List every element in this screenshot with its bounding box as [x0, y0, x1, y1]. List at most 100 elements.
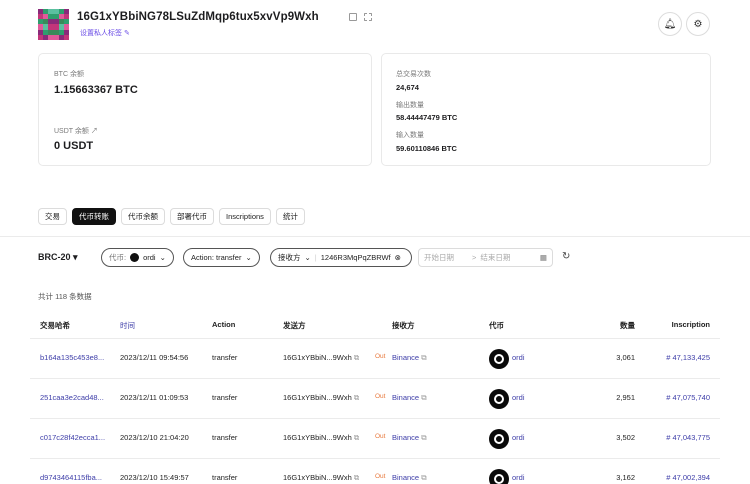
date-range-picker[interactable]: 开始日期 > 结束日期 ▦ — [418, 248, 553, 267]
tab-3[interactable]: 部署代币 — [170, 208, 214, 225]
total-count: 共计 118 条数据 — [38, 292, 92, 301]
token-link[interactable]: ordi — [512, 473, 525, 482]
action-filter-label: Action: transfer — [191, 253, 242, 262]
inscription-link[interactable]: # 47,075,740 — [666, 393, 710, 402]
address-actions — [349, 13, 372, 21]
section-divider — [0, 236, 750, 237]
copy-icon[interactable]: ⧉ — [354, 473, 359, 482]
stats-card: 总交易次数 24,674 输出数量 58.44447479 BTC 输入数量 5… — [381, 53, 711, 166]
chevron-down-icon: ⌄ — [159, 253, 166, 262]
tab-5[interactable]: 统计 — [275, 208, 305, 225]
table-row: b164a135c453e8... 2023/12/11 09:54:56 tran… — [30, 339, 720, 379]
copy-icon[interactable]: ⧉ — [354, 433, 359, 442]
sender-address[interactable]: 16G1xYBbiN...9Wxh ⧉ — [283, 393, 359, 403]
table-row: 251caa3e2cad48... 2023/12/11 01:09:53 tran… — [30, 379, 720, 419]
tx-count-value: 24,674 — [396, 83, 419, 92]
start-date-input[interactable]: 开始日期 — [424, 252, 454, 263]
receiver-link[interactable]: Binance ⧉ — [392, 433, 427, 443]
usdt-balance-value: 0 USDT — [54, 140, 94, 152]
tx-time: 2023/12/10 21:04:20 — [120, 433, 189, 442]
tx-hash-link[interactable]: c017c28f42ecca1... — [40, 433, 105, 442]
receiver-link[interactable]: Binance ⧉ — [392, 393, 427, 403]
user-settings-button[interactable]: ⚙︎ — [686, 12, 710, 36]
address-avatar — [38, 9, 69, 40]
avatar-pixel — [63, 34, 69, 40]
clear-icon[interactable]: ⊗ — [395, 253, 401, 262]
col-time[interactable]: 时间 — [120, 320, 135, 331]
copy-icon[interactable]: ⧉ — [354, 393, 359, 402]
tab-bar: 交易 代币转账 代币余额 部署代币 Inscriptions 统计 — [38, 208, 305, 225]
set-private-tag-link[interactable]: 设置私人标签 ✎ — [80, 28, 130, 38]
tab-1[interactable]: 代币转账 — [72, 208, 116, 225]
edit-icon: ✎ — [123, 30, 130, 37]
chevron-down-icon: ⌄ — [304, 253, 311, 262]
tx-action: transfer — [212, 353, 238, 362]
col-sender: 发送方 — [283, 321, 306, 330]
ordi-token-icon — [489, 349, 509, 369]
ordi-token-icon — [489, 389, 509, 409]
inputs-value: 59.60110846 BTC — [396, 144, 457, 153]
receiver-link[interactable]: Binance ⧉ — [392, 353, 427, 363]
address-title: 16G1xYBbiNG78LSuZdMqp6tux5xvVp9Wxh — [77, 11, 319, 23]
token-link[interactable]: ordi — [512, 433, 525, 442]
tx-time: 2023/12/11 09:54:56 — [120, 353, 189, 362]
external-link-icon[interactable]: ↗ — [91, 128, 98, 135]
qr-code-icon[interactable] — [364, 13, 372, 21]
tx-action: transfer — [212, 393, 238, 402]
tab-2[interactable]: 代币余额 — [121, 208, 165, 225]
action-filter[interactable]: Action: transfer ⌄ — [183, 248, 260, 267]
tx-count-label: 总交易次数 — [396, 71, 431, 78]
inscription-link[interactable]: # 47,002,394 — [666, 473, 710, 482]
table-header: 交易哈希 时间 Action 发送方 接收方 代币 数量 Inscription — [30, 310, 720, 339]
direction-badge: Out — [375, 393, 386, 400]
user-settings-icon: ⚙︎ — [693, 18, 703, 30]
receiver-filter-value: 1246R3MqPqZBRWf — [320, 253, 391, 262]
balance-card: BTC 余额 1.15663367 BTC USDT 余额 ↗ 0 USDT — [38, 53, 372, 166]
tab-4[interactable]: Inscriptions — [219, 208, 271, 225]
direction-badge: Out — [375, 433, 386, 440]
tx-hash-link[interactable]: b164a135c453e8... — [40, 353, 104, 362]
sender-address[interactable]: 16G1xYBbiN...9Wxh ⧉ — [283, 353, 359, 363]
bell-icon: 🔔︎ — [663, 18, 677, 30]
btc-balance-label: BTC 余额 — [54, 71, 84, 78]
copy-icon[interactable] — [349, 13, 357, 21]
copy-icon[interactable]: ⧉ — [421, 473, 426, 482]
direction-badge: Out — [375, 353, 386, 360]
ordi-token-icon — [130, 253, 140, 262]
inscription-link[interactable]: # 47,043,775 — [666, 433, 710, 442]
copy-icon[interactable]: ⧉ — [354, 353, 359, 362]
standard-select[interactable]: BRC-20 ▾ — [38, 252, 78, 263]
calendar-icon: ▦ — [539, 253, 547, 262]
inputs-label: 输入数量 — [396, 132, 424, 139]
copy-icon[interactable]: ⧉ — [421, 353, 426, 362]
tx-time: 2023/12/11 01:09:53 — [120, 393, 189, 402]
token-link[interactable]: ordi — [512, 353, 525, 362]
tx-hash-link[interactable]: d9743464115fba... — [40, 473, 102, 482]
copy-icon[interactable]: ⧉ — [421, 433, 426, 442]
col-receiver: 接收方 — [392, 321, 415, 330]
caret-down-icon: ▾ — [73, 252, 78, 262]
receiver-filter[interactable]: 接收方 ⌄ | 1246R3MqPqZBRWf ⊗ — [270, 248, 412, 267]
token-filter-label: 代币: — [109, 253, 127, 262]
token-filter[interactable]: 代币: ordi ⌄ — [101, 248, 174, 267]
tab-0[interactable]: 交易 — [38, 208, 67, 225]
refresh-icon[interactable]: ↻ — [562, 251, 570, 262]
transfer-amount: 3,162 — [616, 473, 635, 482]
direction-badge: Out — [375, 473, 386, 480]
ordi-token-icon — [489, 429, 509, 449]
address-header: 16G1xYBbiNG78LSuZdMqp6tux5xvVp9Wxh 设置私人标… — [38, 8, 718, 44]
receiver-filter-label: 接收方 — [278, 253, 301, 262]
copy-icon[interactable]: ⧉ — [421, 393, 426, 402]
token-link[interactable]: ordi — [512, 393, 525, 402]
ordi-token-icon — [489, 469, 509, 484]
filter-bar: BRC-20 ▾ 代币: ordi ⌄ Action: transfer ⌄ 接… — [38, 248, 718, 267]
sender-address[interactable]: 16G1xYBbiN...9Wxh ⧉ — [283, 433, 359, 443]
end-date-input[interactable]: 结束日期 — [480, 252, 510, 263]
tx-hash-link[interactable]: 251caa3e2cad48... — [40, 393, 104, 402]
sender-address[interactable]: 16G1xYBbiN...9Wxh ⧉ — [283, 473, 359, 483]
tx-action: transfer — [212, 473, 238, 482]
bell-button[interactable]: 🔔︎ — [658, 12, 682, 36]
inscription-link[interactable]: # 47,133,425 — [666, 353, 710, 362]
receiver-link[interactable]: Binance ⧉ — [392, 473, 427, 483]
tx-action: transfer — [212, 433, 238, 442]
